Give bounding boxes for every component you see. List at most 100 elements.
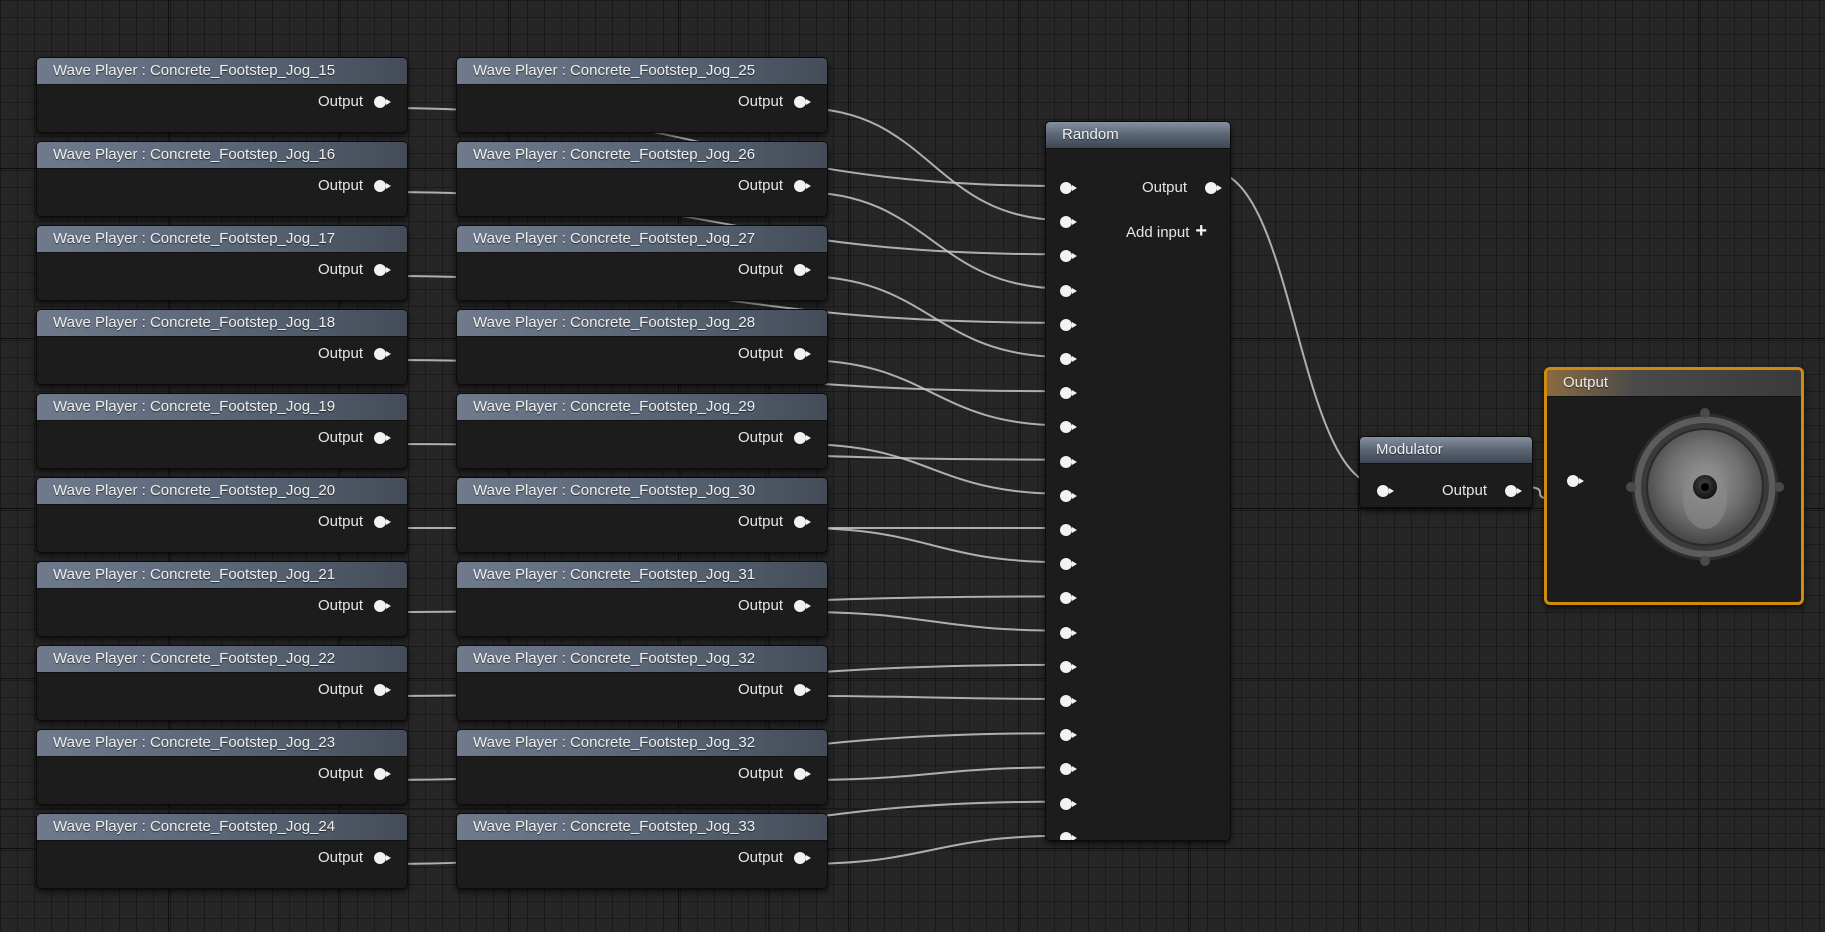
wave-player-output-label: Output	[738, 345, 784, 362]
output-node-title: Output	[1547, 370, 1801, 397]
random-input-pin[interactable]	[1060, 592, 1077, 605]
wave-player-output-pin[interactable]	[374, 96, 391, 108]
wave-player-title: Wave Player : Concrete_Footstep_Jog_22	[37, 646, 407, 673]
wave-player-node[interactable]: Wave Player : Concrete_Footstep_Jog_19 Ou…	[36, 393, 408, 469]
wave-player-title: Wave Player : Concrete_Footstep_Jog_28	[457, 310, 827, 337]
wave-player-node[interactable]: Wave Player : Concrete_Footstep_Jog_25 Ou…	[456, 57, 828, 133]
wave-player-output-pin[interactable]	[374, 516, 391, 528]
wave-player-title: Wave Player : Concrete_Footstep_Jog_20	[37, 478, 407, 505]
wave-player-output-pin[interactable]	[794, 684, 811, 696]
wave-player-node[interactable]: Wave Player : Concrete_Footstep_Jog_33 Ou…	[456, 813, 828, 889]
add-input-button[interactable]: Add input +	[1126, 221, 1207, 241]
wave-player-node[interactable]: Wave Player : Concrete_Footstep_Jog_29 Ou…	[456, 393, 828, 469]
random-input-pin[interactable]	[1060, 489, 1077, 502]
wave-player-output-label: Output	[738, 849, 784, 866]
wave-player-title: Wave Player : Concrete_Footstep_Jog_18	[37, 310, 407, 337]
random-output-pin[interactable]	[1205, 182, 1222, 194]
wire-random-to-modulator	[1209, 170, 1383, 487]
wave-player-output-pin[interactable]	[794, 516, 811, 528]
random-input-pin[interactable]	[1060, 626, 1077, 639]
modulator-node[interactable]: Modulator Output	[1359, 436, 1533, 508]
output-node[interactable]: Output	[1544, 367, 1804, 605]
random-input-pin[interactable]	[1060, 455, 1077, 468]
random-input-pin[interactable]	[1060, 318, 1077, 331]
speaker-icon	[1626, 408, 1784, 566]
graph-canvas[interactable]: Wave Player : Concrete_Footstep_Jog_15 Ou…	[0, 0, 1825, 932]
wire	[798, 443, 1066, 495]
wave-player-output-label: Output	[318, 429, 364, 446]
random-input-pin[interactable]	[1060, 353, 1077, 365]
wave-player-output-pin[interactable]	[374, 600, 391, 612]
modulator-input-pin[interactable]	[1377, 485, 1394, 497]
wave-player-title: Wave Player : Concrete_Footstep_Jog_17	[37, 226, 407, 253]
wave-player-output-pin[interactable]	[794, 852, 811, 864]
random-node[interactable]: Random Output Add input +	[1045, 121, 1231, 841]
wave-player-node[interactable]: Wave Player : Concrete_Footstep_Jog_16 Ou…	[36, 141, 408, 217]
wave-player-output-pin[interactable]	[374, 432, 391, 444]
wave-player-node[interactable]: Wave Player : Concrete_Footstep_Jog_17 Ou…	[36, 225, 408, 301]
wave-player-node[interactable]: Wave Player : Concrete_Footstep_Jog_22 Ou…	[36, 645, 408, 721]
wave-player-node[interactable]: Wave Player : Concrete_Footstep_Jog_23 Ou…	[36, 729, 408, 805]
wave-player-node[interactable]: Wave Player : Concrete_Footstep_Jog_15 Ou…	[36, 57, 408, 133]
wave-player-node[interactable]: Wave Player : Concrete_Footstep_Jog_18 Ou…	[36, 309, 408, 385]
random-input-pin[interactable]	[1060, 524, 1077, 536]
modulator-output-pin[interactable]	[1505, 485, 1522, 497]
wave-player-node[interactable]: Wave Player : Concrete_Footstep_Jog_26 Ou…	[456, 141, 828, 217]
random-input-pin[interactable]	[1060, 797, 1077, 810]
wave-player-output-pin[interactable]	[794, 348, 811, 360]
wave-player-output-pin[interactable]	[374, 180, 391, 192]
random-input-pin[interactable]	[1060, 284, 1077, 297]
random-input-pin[interactable]	[1060, 250, 1077, 263]
wave-player-title: Wave Player : Concrete_Footstep_Jog_23	[37, 730, 407, 757]
wave-player-title: Wave Player : Concrete_Footstep_Jog_15	[37, 58, 407, 85]
wave-player-title: Wave Player : Concrete_Footstep_Jog_21	[37, 562, 407, 589]
wave-player-output-pin[interactable]	[374, 768, 391, 780]
wave-player-output-pin[interactable]	[374, 348, 391, 360]
random-input-pin[interactable]	[1060, 763, 1077, 776]
wave-player-output-label: Output	[318, 513, 364, 530]
output-node-input-pin[interactable]	[1567, 475, 1584, 487]
wave-player-title: Wave Player : Concrete_Footstep_Jog_26	[457, 142, 827, 169]
wave-player-output-pin[interactable]	[374, 264, 391, 276]
random-input-pin[interactable]	[1060, 729, 1077, 742]
wave-player-title: Wave Player : Concrete_Footstep_Jog_19	[37, 394, 407, 421]
wave-player-node[interactable]: Wave Player : Concrete_Footstep_Jog_30 Ou…	[456, 477, 828, 553]
wave-player-node[interactable]: Wave Player : Concrete_Footstep_Jog_28 Ou…	[456, 309, 828, 385]
wave-player-output-pin[interactable]	[794, 264, 811, 276]
wave-player-node[interactable]: Wave Player : Concrete_Footstep_Jog_20 Ou…	[36, 477, 408, 553]
wave-player-node[interactable]: Wave Player : Concrete_Footstep_Jog_31 Ou…	[456, 561, 828, 637]
random-input-pin[interactable]	[1060, 421, 1077, 434]
random-input-pin[interactable]	[1060, 695, 1077, 707]
wave-player-output-pin[interactable]	[374, 684, 391, 696]
wire	[798, 766, 1066, 781]
wave-player-output-pin[interactable]	[794, 768, 811, 780]
random-input-pin[interactable]	[1060, 387, 1077, 400]
wave-player-output-label: Output	[318, 177, 364, 194]
wave-player-node[interactable]: Wave Player : Concrete_Footstep_Jog_21 Ou…	[36, 561, 408, 637]
random-input-pin[interactable]	[1060, 182, 1077, 194]
wave-player-output-label: Output	[738, 513, 784, 530]
add-input-plus-icon: +	[1195, 220, 1208, 242]
wave-player-output-label: Output	[318, 597, 364, 614]
random-input-pin[interactable]	[1060, 660, 1077, 673]
modulator-node-title: Modulator	[1360, 437, 1532, 464]
wave-player-output-pin[interactable]	[794, 180, 811, 192]
random-input-pin[interactable]	[1060, 558, 1077, 571]
wave-player-output-pin[interactable]	[794, 600, 811, 612]
random-input-pin[interactable]	[1060, 216, 1077, 229]
wave-player-output-pin[interactable]	[794, 432, 811, 444]
wave-player-output-pin[interactable]	[794, 96, 811, 108]
wave-player-title: Wave Player : Concrete_Footstep_Jog_27	[457, 226, 827, 253]
wave-player-node[interactable]: Wave Player : Concrete_Footstep_Jog_24 Ou…	[36, 813, 408, 889]
wave-player-output-label: Output	[318, 849, 364, 866]
wave-player-node[interactable]: Wave Player : Concrete_Footstep_Jog_32 Ou…	[456, 645, 828, 721]
wave-player-node[interactable]: Wave Player : Concrete_Footstep_Jog_32 Ou…	[456, 729, 828, 805]
wave-player-output-label: Output	[318, 261, 364, 278]
wave-player-title: Wave Player : Concrete_Footstep_Jog_16	[37, 142, 407, 169]
wave-player-output-label: Output	[738, 261, 784, 278]
wave-player-node[interactable]: Wave Player : Concrete_Footstep_Jog_27 Ou…	[456, 225, 828, 301]
wave-player-title: Wave Player : Concrete_Footstep_Jog_25	[457, 58, 827, 85]
add-input-label: Add input	[1126, 224, 1190, 241]
random-input-pin[interactable]	[1060, 831, 1077, 840]
wave-player-output-pin[interactable]	[374, 852, 391, 864]
